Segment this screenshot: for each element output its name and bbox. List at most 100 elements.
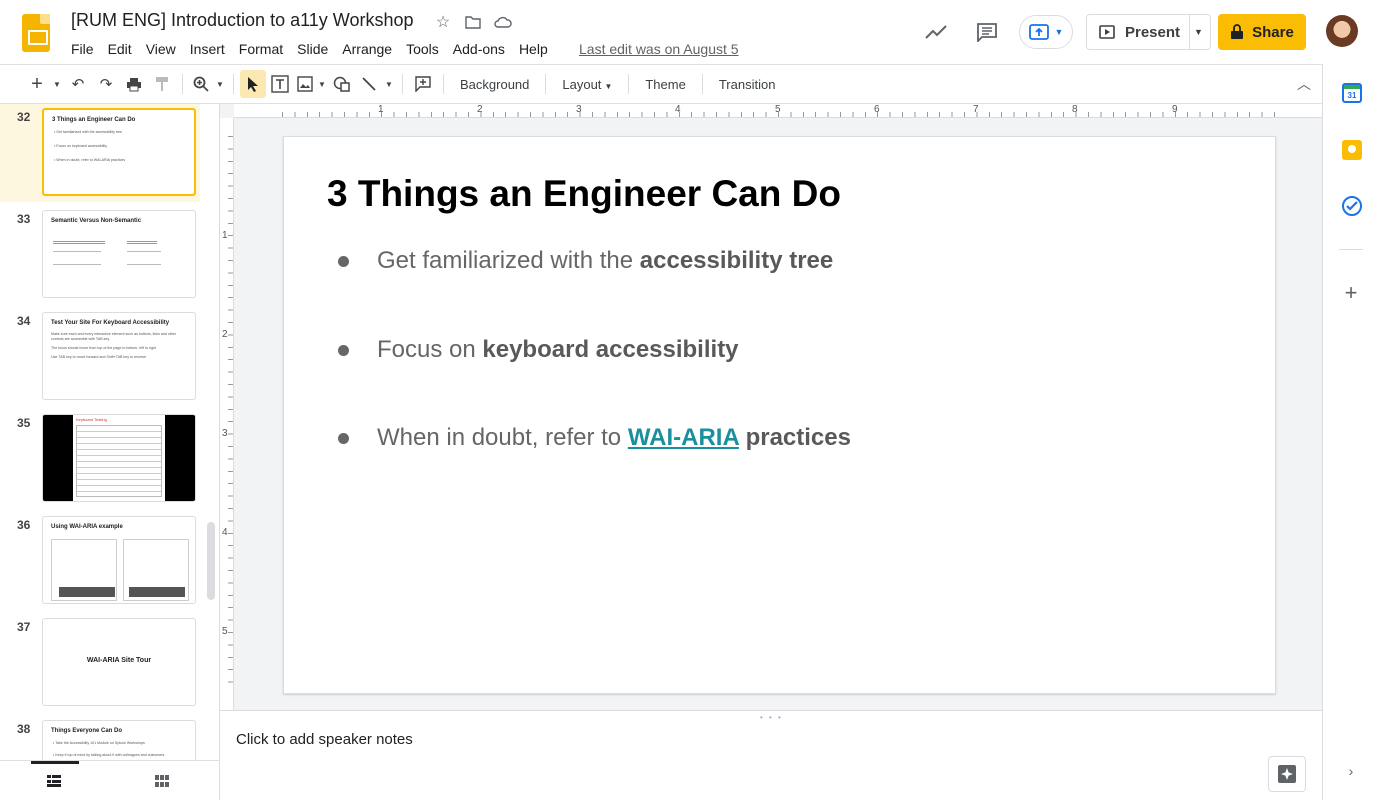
layout-dropdown-icon: ▼ [604, 81, 613, 91]
select-tool-icon[interactable] [240, 70, 266, 98]
transition-button[interactable]: Transition [709, 77, 786, 92]
bullet-dot [338, 344, 349, 356]
slide-thumbnail-36[interactable]: Using WAI-ARIA example [42, 516, 196, 604]
ruler-number: 3 [222, 428, 228, 439]
slide-title[interactable]: 3 Things an Engineer Can Do [327, 173, 841, 215]
redo-icon[interactable]: ↷ [92, 70, 120, 98]
slide[interactable]: 3 Things an Engineer Can Do Get familiar… [283, 136, 1276, 694]
slide-number: 34 [17, 314, 31, 328]
menu-arrange[interactable]: Arrange [335, 39, 399, 59]
menu-bar: File Edit View Insert Format Slide Arran… [64, 39, 555, 59]
menu-addons[interactable]: Add-ons [446, 39, 512, 59]
ruler-number: 1 [222, 230, 228, 241]
ruler-number: 7 [973, 104, 979, 115]
zoom-icon[interactable] [189, 70, 213, 98]
slide-thumbnail-32[interactable]: 3 Things an Engineer Can Do • Get famili… [42, 108, 196, 196]
thumb-line: • Get familiarized with the accessibilit… [54, 130, 122, 134]
explore-button[interactable] [1268, 756, 1306, 792]
activity-trend-icon[interactable] [924, 20, 948, 44]
comment-icon[interactable] [975, 20, 999, 44]
slides-logo[interactable] [22, 14, 50, 52]
speaker-notes-input[interactable]: Click to add speaker notes [236, 731, 413, 748]
slide-thumbnail-33[interactable]: Semantic Versus Non-Semantic [42, 210, 196, 298]
tasks-icon[interactable] [1342, 196, 1362, 216]
undo-icon[interactable]: ↶ [64, 70, 92, 98]
new-slide-layout-icon[interactable]: ▼ [50, 70, 64, 98]
publish-button[interactable]: ▼ [1019, 15, 1073, 49]
thumb-line: Make sure each and every interactive ele… [51, 332, 177, 336]
text-box-icon[interactable] [266, 70, 294, 98]
menu-edit[interactable]: Edit [101, 39, 139, 59]
menu-format[interactable]: Format [232, 39, 290, 59]
menu-tools[interactable]: Tools [399, 39, 446, 59]
present-button[interactable]: Present ▼ [1086, 14, 1211, 50]
move-to-folder-icon[interactable] [463, 12, 483, 32]
wai-aria-link[interactable]: WAI-ARIA [628, 424, 739, 451]
paint-format-icon[interactable] [148, 70, 176, 98]
bullet-text: Focus on keyboard accessibility [377, 336, 739, 364]
filmstrip-scrollbar[interactable] [207, 522, 215, 600]
theme-button[interactable]: Theme [635, 77, 695, 92]
line-icon[interactable] [356, 70, 382, 98]
menu-file[interactable]: File [64, 39, 101, 59]
thumb-title: Test Your Site For Keyboard Accessibilit… [51, 320, 170, 326]
cloud-saved-icon[interactable] [493, 12, 513, 32]
bullet-item[interactable]: Get familiarized with the accessibility … [338, 247, 833, 275]
slide-thumbnail-34[interactable]: Test Your Site For Keyboard Accessibilit… [42, 312, 196, 400]
collapse-toolbar-icon[interactable]: ︿ [1294, 74, 1314, 94]
star-icon[interactable]: ☆ [433, 12, 453, 32]
zoom-dropdown-icon[interactable]: ▼ [213, 70, 227, 98]
image-dropdown-icon[interactable]: ▼ [316, 70, 328, 98]
notes-resize-handle[interactable]: • • • [220, 710, 1322, 722]
add-addon-icon[interactable]: + [1340, 280, 1362, 305]
expand-panel-icon[interactable]: › [1342, 762, 1360, 780]
chevron-down-icon: ▼ [1054, 27, 1064, 37]
thumb-line: • Focus on keyboard accessibility [54, 144, 107, 148]
grid-view-icon[interactable] [152, 772, 172, 790]
bullet-plain: When in doubt, refer to [377, 424, 628, 451]
bullet-dot [338, 255, 349, 267]
layout-button[interactable]: Layout ▼ [552, 77, 622, 92]
bullet-plain: Focus on [377, 336, 483, 363]
calendar-icon[interactable]: 31 [1342, 83, 1362, 103]
image-icon[interactable] [294, 70, 316, 98]
bullet-item[interactable]: When in doubt, refer to WAI-ARIA practic… [338, 424, 851, 452]
thumb-title: 3 Things an Engineer Can Do [52, 117, 136, 123]
slide-number: 38 [17, 722, 31, 736]
background-button[interactable]: Background [450, 77, 539, 92]
share-label: Share [1252, 23, 1294, 41]
print-icon[interactable] [120, 70, 148, 98]
new-slide-icon[interactable]: + [24, 70, 50, 98]
lock-icon [1231, 24, 1244, 39]
ruler-number: 5 [222, 626, 228, 637]
line-dropdown-icon[interactable]: ▼ [382, 70, 396, 98]
keep-icon[interactable] [1342, 140, 1362, 160]
menu-help[interactable]: Help [512, 39, 555, 59]
document-title[interactable]: [RUM ENG] Introduction to a11y Workshop [71, 10, 413, 31]
bullet-item[interactable]: Focus on keyboard accessibility [338, 336, 739, 364]
thumb-line: Use TAB key to move forward and Shift+TA… [51, 355, 146, 359]
filmstrip-view-icon[interactable] [44, 772, 64, 790]
thumb-line: controls are accessible with TAB key. [51, 337, 110, 341]
filmstrip[interactable]: 32 3 Things an Engineer Can Do • Get fam… [0, 104, 204, 760]
ruler-number: 6 [874, 104, 880, 115]
menu-view[interactable]: View [139, 39, 183, 59]
add-comment-icon[interactable] [409, 70, 437, 98]
slide-number: 32 [17, 110, 31, 124]
horizontal-ruler: 1 2 3 4 5 6 7 8 9 [234, 104, 1322, 118]
last-edit-link[interactable]: Last edit was on August 5 [579, 41, 739, 57]
avatar[interactable] [1326, 15, 1358, 47]
slide-thumbnail-38[interactable]: Things Everyone Can Do • Take the Access… [42, 720, 196, 760]
slide-thumbnail-37[interactable]: WAI-ARIA Site Tour [42, 618, 196, 706]
slide-thumbnail-35[interactable]: Keyboard Testing [42, 414, 196, 502]
bullet-text: When in doubt, refer to WAI-ARIA practic… [377, 424, 851, 452]
ruler-number: 1 [378, 104, 384, 115]
share-button[interactable]: Share [1218, 14, 1306, 50]
ruler-number: 8 [1072, 104, 1078, 115]
present-dropdown-icon[interactable]: ▼ [1194, 27, 1203, 37]
bullet-plain: Get familiarized with the [377, 247, 640, 274]
menu-insert[interactable]: Insert [183, 39, 232, 59]
shape-icon[interactable] [328, 70, 356, 98]
bullet-text: Get familiarized with the accessibility … [377, 247, 833, 275]
menu-slide[interactable]: Slide [290, 39, 335, 59]
